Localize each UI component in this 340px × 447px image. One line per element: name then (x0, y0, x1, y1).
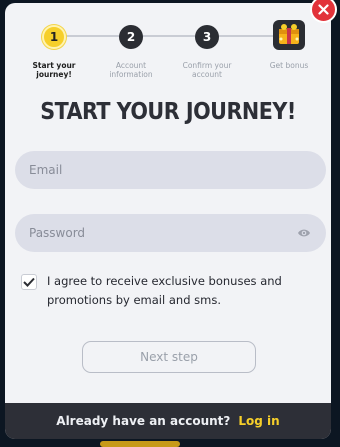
checkmark-icon (23, 277, 35, 287)
close-button[interactable] (310, 0, 337, 23)
agree-checkbox[interactable] (21, 274, 37, 290)
step-3-circle: 3 (195, 25, 219, 49)
step-1-label-line1: Start your (32, 61, 76, 70)
step-2-label-line2: information (109, 70, 153, 79)
email-field[interactable] (15, 151, 326, 189)
step-1-label-line2: journey! (36, 70, 72, 79)
next-step-button[interactable]: Next step (82, 341, 256, 373)
login-footer: Already have an account? Log in (5, 403, 331, 439)
background-element (100, 441, 180, 447)
step-2-number: 2 (126, 30, 136, 44)
step-2-label: Account information (96, 61, 166, 79)
stepper-line (66, 35, 121, 37)
step-3-label-line1: Confirm your (182, 61, 232, 70)
step-4-label-line1: Get bonus (269, 61, 309, 70)
gift-chest-icon (273, 20, 305, 50)
stepper-line (218, 35, 274, 37)
page-title: START YOUR JOURNEY! (40, 99, 296, 125)
close-icon (318, 4, 329, 15)
step-3-label-line2: account (192, 70, 222, 79)
password-field[interactable] (15, 214, 326, 252)
step-3-number: 3 (202, 30, 212, 44)
registration-modal: 1 Start your journey! 2 Account informat… (5, 3, 331, 439)
agree-text: I agree to receive exclusive bonuses and… (47, 274, 282, 307)
step-2-circle: 2 (119, 25, 143, 49)
step-1-label: Start your journey! (19, 61, 89, 79)
eye-icon[interactable] (297, 227, 311, 239)
step-1-circle: 1 (42, 25, 66, 49)
step-2-label-line1: Account (115, 61, 147, 70)
step-4-label: Get bonus (254, 61, 324, 70)
stepper-line (142, 35, 197, 37)
login-link[interactable]: Log in (238, 414, 279, 428)
step-1-number: 1 (49, 30, 59, 44)
step-3-label: Confirm your account (172, 61, 242, 79)
login-question: Already have an account? (56, 414, 231, 428)
